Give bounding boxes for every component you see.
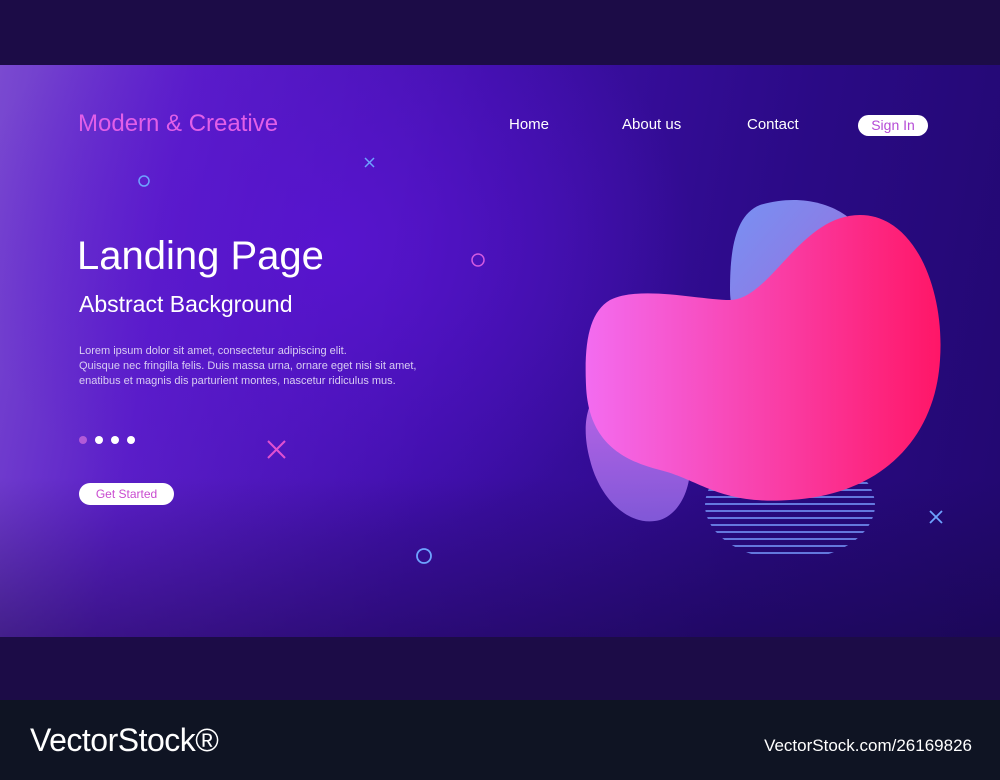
nav-about-us[interactable]: About us: [622, 116, 681, 133]
nav-contact[interactable]: Contact: [747, 116, 799, 133]
get-started-button[interactable]: Get Started: [79, 483, 174, 505]
slider-dots: [79, 431, 143, 449]
brand-logo[interactable]: Modern & Creative: [78, 110, 278, 138]
slider-dot-3[interactable]: [111, 436, 119, 444]
slider-dot-1[interactable]: [79, 436, 87, 444]
hero-subtitle: Abstract Background: [79, 291, 293, 317]
hero-body-line: Quisque nec fringilla felis. Duis massa …: [79, 360, 417, 372]
slider-dot-2[interactable]: [95, 436, 103, 444]
vectorstock-logo: VectorStock®: [30, 722, 219, 758]
hero-body: Lorem ipsum dolor sit amet, consectetur …: [79, 344, 459, 389]
nav-home[interactable]: Home: [509, 116, 549, 133]
slider-dot-4[interactable]: [127, 436, 135, 444]
top-band: [0, 0, 1000, 65]
mid-band: [0, 637, 1000, 700]
image-id-label: VectorStock.com/26169826: [764, 736, 972, 755]
sign-in-button[interactable]: Sign In: [858, 115, 928, 136]
hero-body-line: enatibus et magnis dis parturient montes…: [79, 375, 396, 387]
hero-title: Landing Page: [77, 234, 324, 278]
hero-body-line: Lorem ipsum dolor sit amet, consectetur …: [79, 345, 347, 357]
